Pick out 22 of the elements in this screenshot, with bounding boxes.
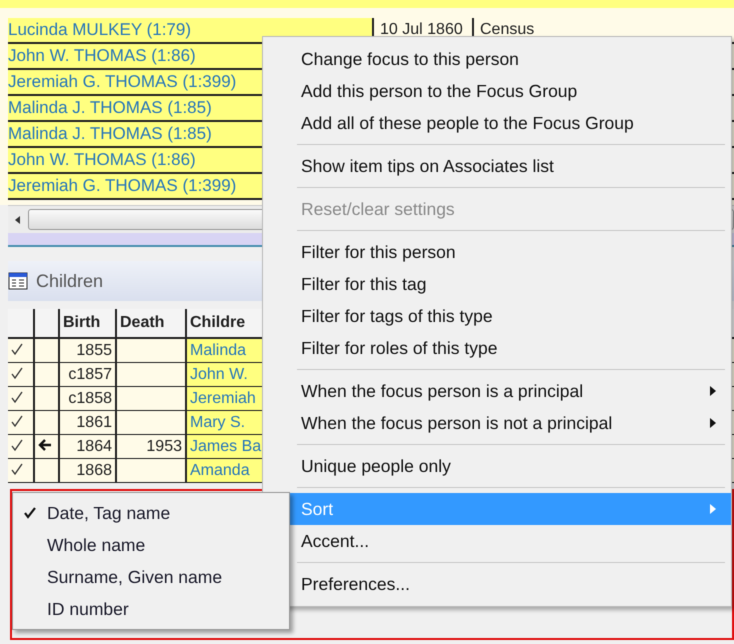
- column-header[interactable]: Death: [117, 309, 187, 337]
- person-cell[interactable]: Lucinda MULKEY (1:79): [8, 18, 372, 42]
- submenu-arrow-icon: [709, 386, 717, 396]
- panel-title: Children: [36, 270, 104, 292]
- birth-cell: c1858: [60, 387, 117, 410]
- menu-item[interactable]: Filter for this person: [263, 236, 731, 268]
- birth-cell: 1855: [60, 339, 117, 362]
- submenu-item[interactable]: Whole name: [13, 529, 289, 561]
- submenu-item[interactable]: ID number: [13, 593, 289, 625]
- birth-cell: c1857: [60, 363, 117, 386]
- submenu-item[interactable]: Date, Tag name: [13, 497, 289, 529]
- submenu-arrow-icon: [709, 418, 717, 428]
- birth-cell: 1861: [60, 411, 117, 434]
- submenu-arrow-icon: [709, 504, 717, 514]
- birth-cell: 1864: [60, 435, 117, 458]
- submenu-item[interactable]: Surname, Given name: [13, 561, 289, 593]
- table-icon: [8, 272, 28, 290]
- birth-cell: 1868: [60, 459, 117, 482]
- left-arrow-icon: [38, 439, 52, 451]
- column-header[interactable]: Birth: [60, 309, 117, 337]
- menu-item[interactable]: Filter for this tag: [263, 268, 731, 300]
- scroll-left-icon: [14, 214, 22, 224]
